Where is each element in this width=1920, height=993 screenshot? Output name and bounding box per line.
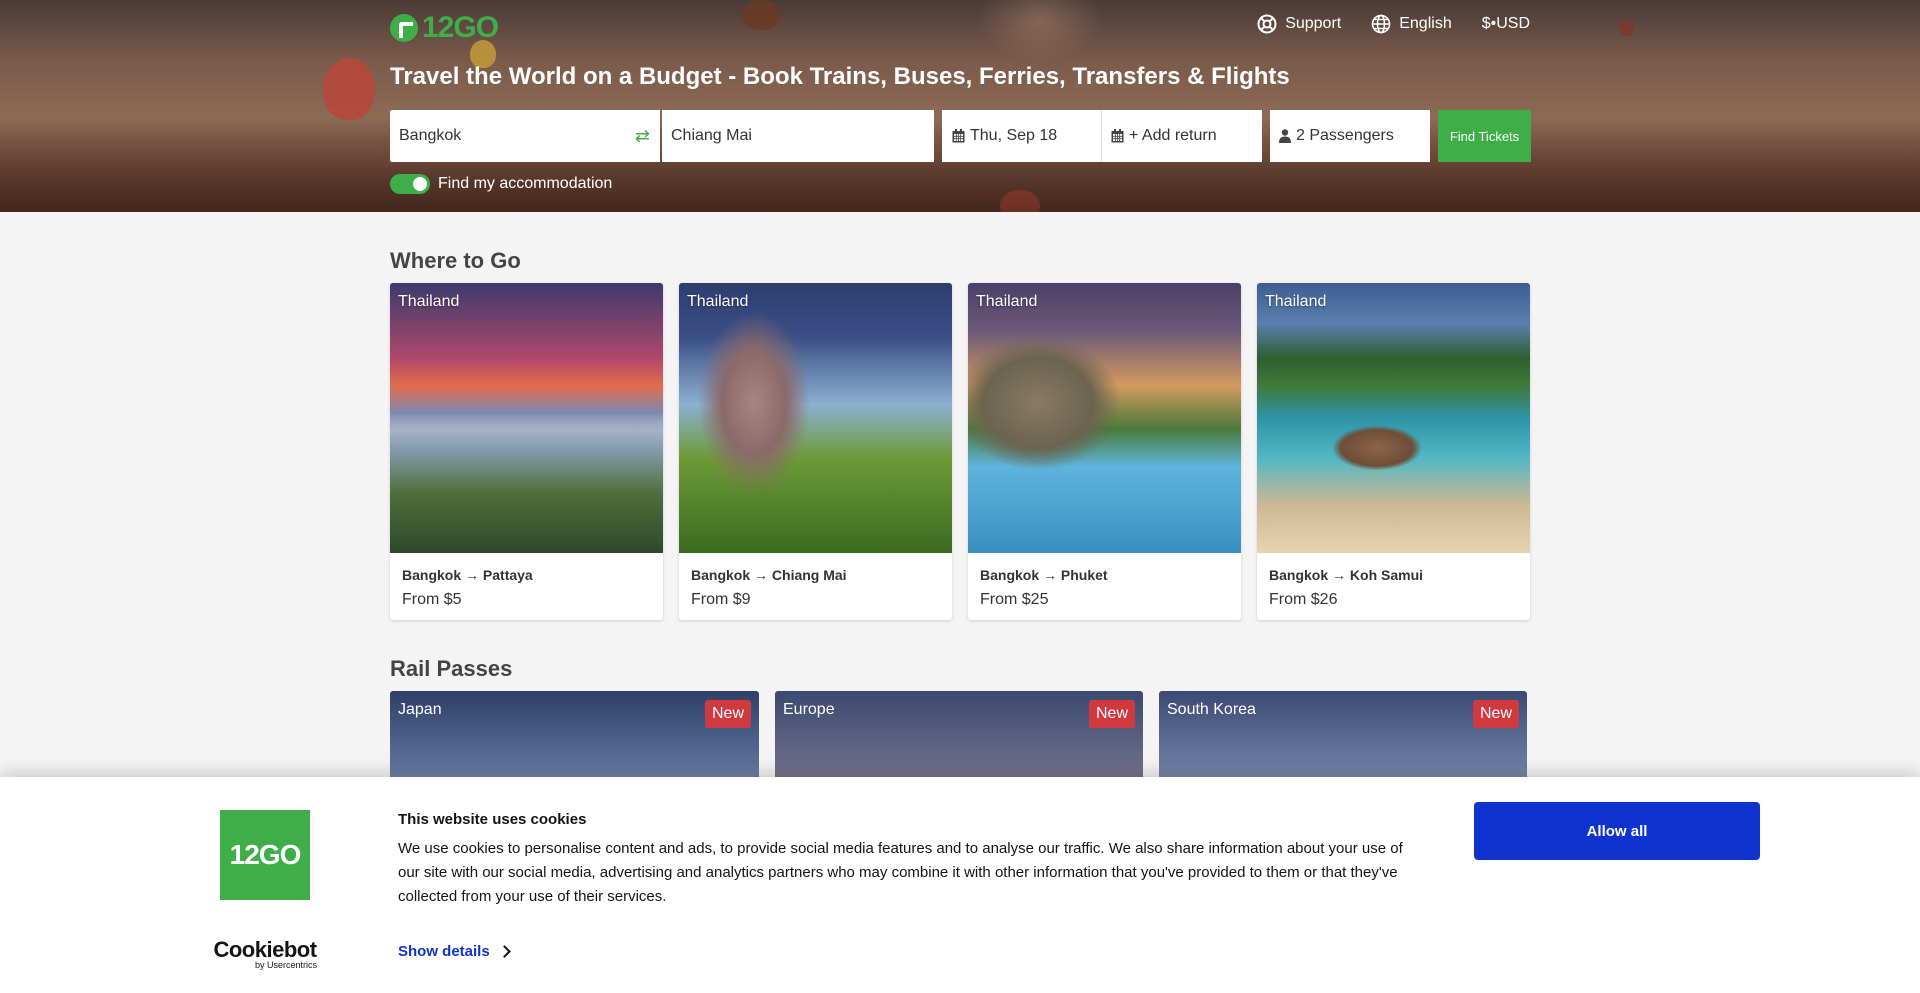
from-value: Bangkok [399,127,462,144]
language-label: English [1399,15,1452,32]
show-details-label: Show details [398,943,490,960]
to-input[interactable]: Chiang Mai [662,110,934,162]
cookie-site-logo: 12GO [220,810,310,900]
destination-image [390,283,663,553]
route-from: Bangkok [691,567,751,583]
card-route: Bangkok → Koh Samui [1269,567,1423,583]
card-route: Bangkok → Chiang Mai [691,567,847,583]
from-input[interactable]: Bangkok ⇄ [390,110,660,162]
route-from: Bangkok [980,567,1040,583]
destination-card[interactable]: Thailand Bangkok → Phuket From $25 [968,283,1241,620]
return-date-input[interactable]: + Add return [1102,110,1262,162]
page-headline: Travel the World on a Budget - Book Trai… [390,63,1290,90]
show-details-link[interactable]: Show details [398,943,511,960]
chevron-right-icon [497,945,511,958]
card-country: Thailand [687,293,749,310]
route-to: Phuket [1060,567,1108,583]
accommodation-label: Find my accommodation [438,175,613,192]
accommodation-toggle-row: Find my accommodation [390,174,612,194]
person-icon [1279,129,1291,143]
lifebuoy-icon [1257,14,1277,34]
new-badge: New [1472,700,1519,728]
destination-cards: Thailand Bangkok → Pattaya From $5 Thail… [390,283,1530,620]
route-from: Bangkok [1269,567,1329,583]
balloon-decoration [1620,20,1634,36]
destination-image [1257,283,1530,553]
swap-icon[interactable]: ⇄ [635,126,650,147]
top-navigation: Support English $•USD [1257,14,1530,34]
arrow-icon: → [1332,567,1347,583]
card-country: Thailand [398,293,460,310]
arrow-icon: → [1043,567,1058,583]
calendar-icon [1111,129,1124,143]
card-country: Thailand [1265,293,1327,310]
card-price: From $9 [691,591,751,608]
card-price: From $5 [402,591,462,608]
hero-banner: 12GO Support English $•USD Travel the Wo… [0,0,1920,212]
rail-country: Japan [398,701,442,718]
cookie-banner: 12GO Cookiebot by Usercentrics This webs… [0,777,1920,993]
cookiebot-brand: Cookiebot [213,937,317,962]
cookiebot-logo: Cookiebot by Usercentrics [213,937,317,971]
arrow-icon: → [754,567,769,583]
route-to: Chiang Mai [771,567,847,583]
departure-date-value: Thu, Sep 18 [970,127,1058,144]
route-to: Pattaya [482,567,533,583]
destination-image [968,283,1241,553]
where-to-go-title: Where to Go [390,248,521,273]
globe-icon [1371,14,1391,34]
cookie-title: This website uses cookies [398,811,587,828]
passengers-input[interactable]: 2 Passengers [1270,110,1430,162]
currency-selector[interactable]: $•USD [1482,15,1530,33]
card-price: From $25 [980,591,1049,608]
cookie-text: We use cookies to personalise content an… [398,840,1403,905]
route-to: Koh Samui [1349,567,1424,583]
rail-country: Europe [783,701,835,718]
allow-all-button[interactable]: Allow all [1474,802,1760,860]
rail-country: South Korea [1167,701,1256,718]
calendar-icon [952,129,965,143]
destination-card[interactable]: Thailand Bangkok → Koh Samui From $26 [1257,283,1530,620]
new-badge: New [704,700,751,728]
card-route: Bangkok → Phuket [980,567,1108,583]
balloon-decoration [323,58,375,120]
support-label: Support [1285,15,1342,32]
support-link[interactable]: Support [1257,14,1341,34]
destination-card[interactable]: Thailand Bangkok → Chiang Mai From $9 [679,283,952,620]
search-form: Bangkok ⇄ Chiang Mai Thu, Sep 18 + Add r… [390,110,1531,162]
language-selector[interactable]: English [1371,14,1452,34]
arrow-icon: → [465,567,480,583]
destination-image [679,283,952,553]
currency-label: $•USD [1481,15,1530,32]
site-logo[interactable]: 12GO [390,11,499,45]
card-country: Thailand [976,293,1038,310]
accommodation-toggle[interactable] [390,174,430,194]
card-route: Bangkok → Pattaya [402,567,533,583]
find-tickets-button[interactable]: Find Tickets [1438,110,1531,162]
new-badge: New [1088,700,1135,728]
logo-text: 12GO [422,11,499,44]
card-price: From $26 [1269,591,1338,608]
logo-icon [390,14,418,42]
rail-passes-title: Rail Passes [390,656,513,681]
return-date-value: + Add return [1129,127,1217,144]
destination-card[interactable]: Thailand Bangkok → Pattaya From $5 [390,283,663,620]
to-value: Chiang Mai [671,127,752,144]
route-from: Bangkok [402,567,462,583]
passengers-value: 2 Passengers [1296,127,1394,144]
departure-date-input[interactable]: Thu, Sep 18 [942,110,1102,162]
